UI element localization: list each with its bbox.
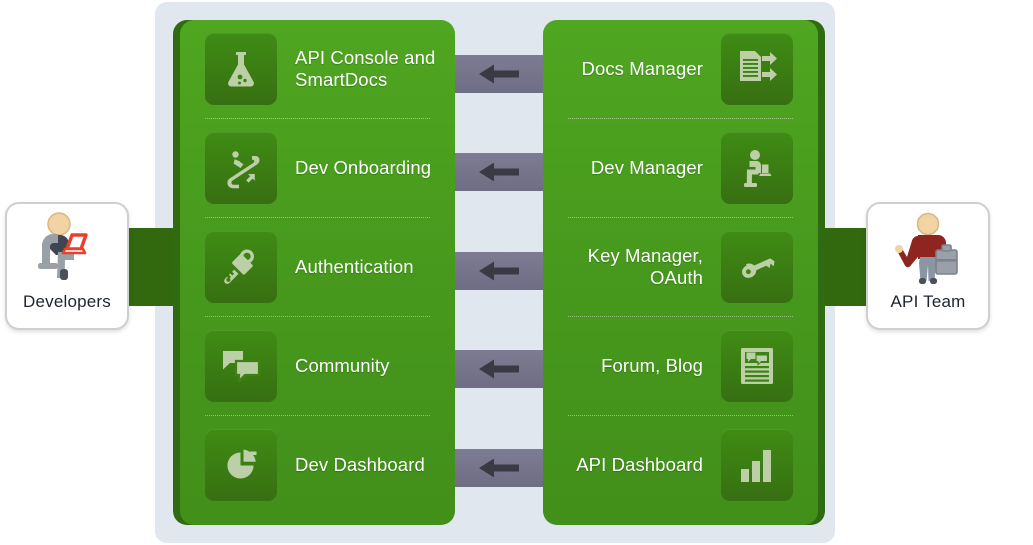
- actor-label: Developers: [23, 292, 111, 311]
- capability-row-forum-blog[interactable]: Forum, Blog: [543, 317, 818, 415]
- capability-label: API Dashboard: [576, 454, 703, 475]
- capability-label: Dev Manager: [590, 157, 703, 178]
- capability-label: Forum, Blog: [601, 355, 703, 376]
- capability-label: Dev Onboarding: [295, 157, 432, 178]
- capability-row-api-dashboard[interactable]: API Dashboard: [543, 416, 818, 514]
- escalator-icon: [205, 132, 277, 204]
- capability-row-api-console[interactable]: API Console and SmartDocs: [180, 20, 455, 118]
- arrow-forum-to-community: [455, 350, 543, 388]
- capability-row-dev-manager[interactable]: Dev Manager: [543, 119, 818, 217]
- arrow-docs-to-console: [455, 55, 543, 93]
- capability-label: Docs Manager: [581, 58, 703, 79]
- api-team-capabilities-panel: Docs Manager Dev Manager Key Manager, OA…: [543, 20, 818, 525]
- capability-row-docs-manager[interactable]: Docs Manager: [543, 20, 818, 118]
- padlock-key-icon: [205, 231, 277, 303]
- capability-label: API Console and SmartDocs: [295, 47, 436, 90]
- article-with-comment-icon: [721, 330, 793, 402]
- actor-label: API Team: [890, 292, 966, 311]
- capability-row-key-manager[interactable]: Key Manager, OAuth: [543, 218, 818, 316]
- person-at-desk-with-laptop-icon: [24, 204, 110, 292]
- developer-capabilities-panel: API Console and SmartDocs Dev Onboarding…: [180, 20, 455, 525]
- speech-bubbles-icon: [205, 330, 277, 402]
- capability-row-community[interactable]: Community: [180, 317, 455, 415]
- actor-api-team[interactable]: API Team: [866, 202, 990, 330]
- capability-row-authentication[interactable]: Authentication: [180, 218, 455, 316]
- person-at-desk-icon: [721, 132, 793, 204]
- document-publish-icon: [721, 33, 793, 105]
- bar-chart-icon: [721, 429, 793, 501]
- capability-row-dev-dashboard[interactable]: Dev Dashboard: [180, 416, 455, 514]
- arrow-keymanager-to-auth: [455, 252, 543, 290]
- capability-label: Community: [295, 355, 390, 376]
- person-waving-with-briefcase-icon: [885, 204, 971, 292]
- arrow-devmanager-to-onboarding: [455, 153, 543, 191]
- actor-developers[interactable]: Developers: [5, 202, 129, 330]
- key-icon: [721, 231, 793, 303]
- capability-label: Authentication: [295, 256, 414, 277]
- pie-chart-icon: [205, 429, 277, 501]
- capability-row-dev-onboarding[interactable]: Dev Onboarding: [180, 119, 455, 217]
- capability-label: Key Manager, OAuth: [587, 245, 703, 288]
- capability-label: Dev Dashboard: [295, 454, 425, 475]
- arrow-apidash-to-devdash: [455, 449, 543, 487]
- flask-icon: [205, 33, 277, 105]
